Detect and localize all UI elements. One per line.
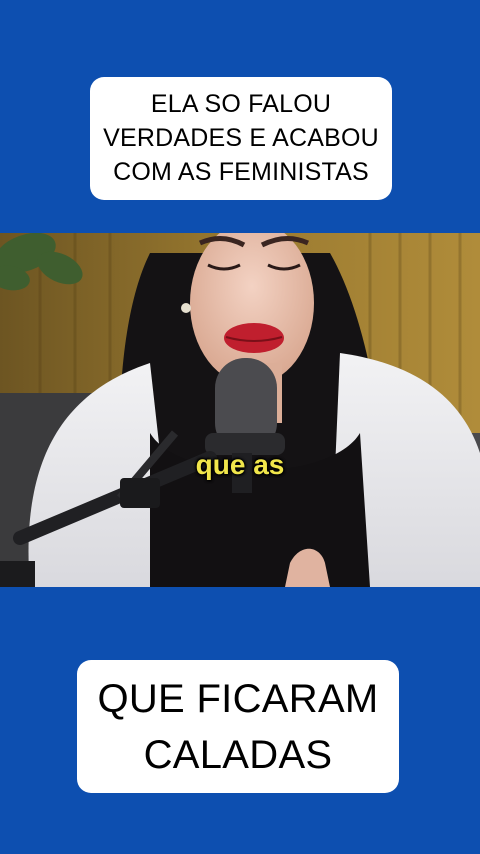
video-frame[interactable]: que as [0, 233, 480, 587]
bottom-caption-line-2: CALADAS [143, 732, 333, 777]
top-caption-line-2: VERDADES E ACABOU [103, 124, 379, 152]
podcast-scene-image [0, 233, 480, 587]
top-caption-box: ELA SO FALOU VERDADES E ACABOU COM AS FE… [90, 77, 392, 200]
bottom-caption-line-1: QUE FICARAM [97, 676, 379, 721]
reel-frame: ELA SO FALOU VERDADES E ACABOU COM AS FE… [0, 0, 480, 854]
video-subtitle: que as [195, 449, 285, 480]
bottom-caption-box: QUE FICARAM CALADAS [77, 660, 399, 793]
top-caption-line-1: ELA SO FALOU [150, 90, 332, 118]
top-caption-line-3: COM AS FEMINISTAS [113, 158, 369, 186]
